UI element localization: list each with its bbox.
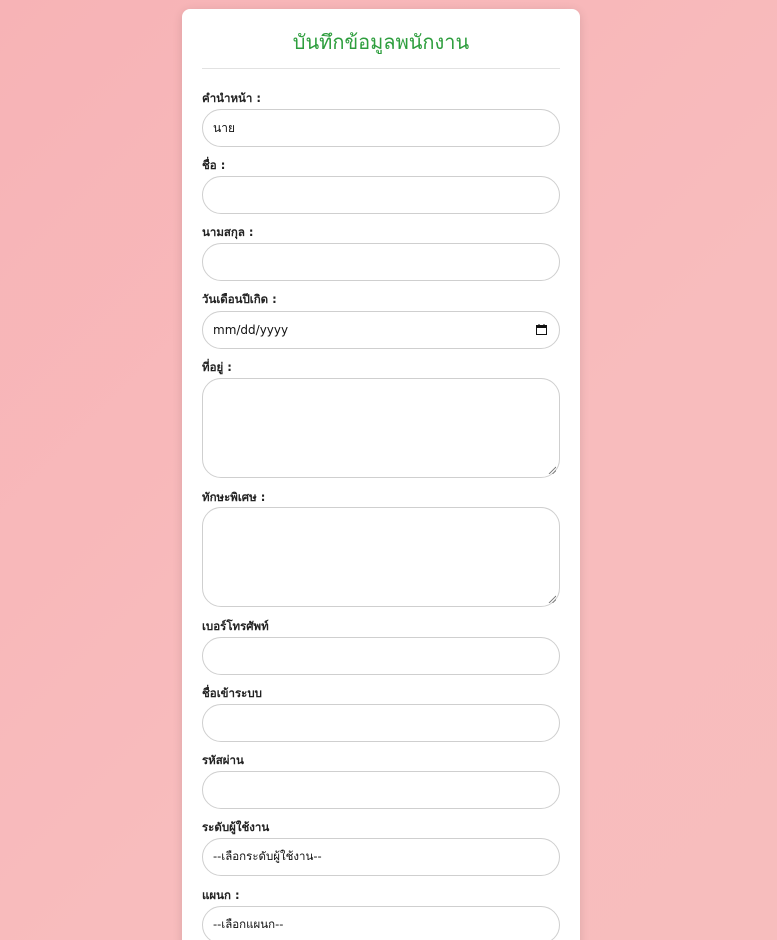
username-label: ชื่อเข้าระบบ [202,686,262,700]
birthdate-placeholder: mm/dd/yyyy [213,323,289,337]
department-label: แผนก : [202,888,240,902]
department-select[interactable]: --เลือกแผนก-- [202,906,560,940]
lastname-input[interactable] [202,243,560,281]
skills-label: ทักษะพิเศษ : [202,490,266,504]
phone-label: เบอร์โทรศัพท์ [202,619,269,633]
department-selected: --เลือกแผนก-- [213,917,284,931]
calendar-icon[interactable] [536,324,547,335]
skills-textarea[interactable] [202,507,560,607]
form-title: บันทึกข้อมูลพนักงาน [292,30,470,54]
prefix-input[interactable]: นาย [202,109,560,147]
firstname-label: ชื่อ : [202,158,226,172]
resize-grip-icon[interactable] [548,595,556,603]
phone-input[interactable] [202,637,560,675]
address-textarea[interactable] [202,378,560,478]
employee-form-card: บันทึกข้อมูลพนักงาน คำนำหน้า : นาย ชื่อ … [182,9,580,940]
resize-grip-icon[interactable] [548,466,556,474]
title-divider [202,68,560,69]
password-label: รหัสผ่าน [202,753,244,767]
username-input[interactable] [202,704,560,742]
firstname-input[interactable] [202,176,560,214]
user-level-select[interactable]: --เลือกระดับผู้ใช้งาน-- [202,838,560,876]
birthdate-input[interactable]: mm/dd/yyyy [202,311,560,349]
user-level-label: ระดับผู้ใช้งาน [202,820,270,834]
prefix-value: นาย [213,120,235,135]
lastname-label: นามสกุล : [202,225,254,239]
password-input[interactable] [202,771,560,809]
address-label: ที่อยู่ : [202,360,232,374]
user-level-selected: --เลือกระดับผู้ใช้งาน-- [213,849,322,863]
prefix-label: คำนำหน้า : [202,91,261,105]
birthdate-label: วันเดือนปีเกิด : [202,292,277,306]
